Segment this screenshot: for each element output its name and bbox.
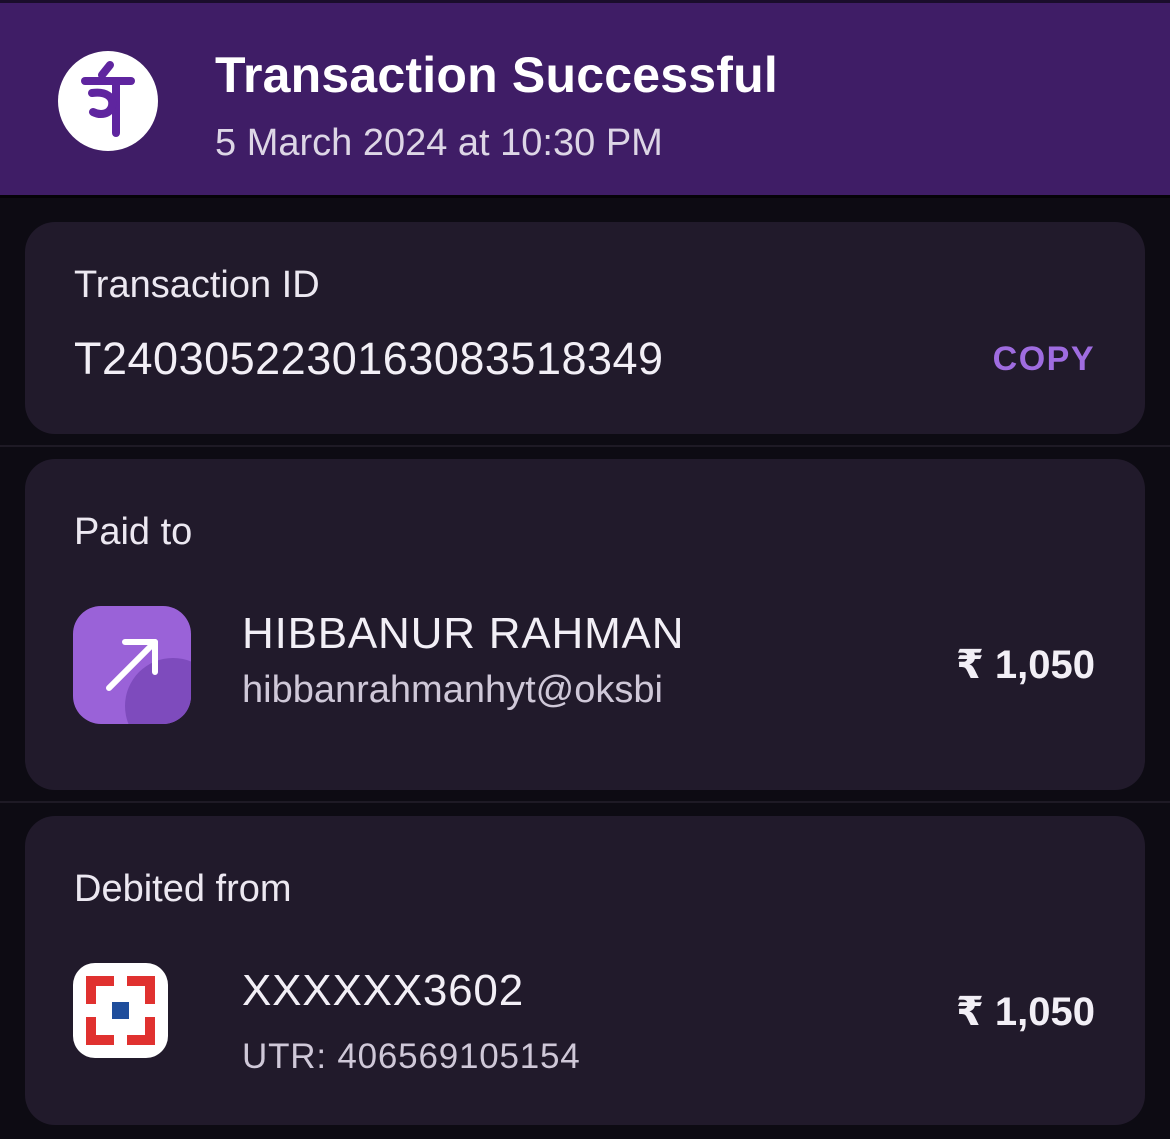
transaction-id-card: Transaction ID T2403052230163083518349 C… — [25, 222, 1145, 434]
transaction-id-value: T2403052230163083518349 — [74, 333, 664, 384]
debited-from-label: Debited from — [74, 868, 292, 910]
page-title: Transaction Successful — [215, 47, 778, 103]
account-number: XXXXXX3602 — [242, 966, 524, 1015]
paid-to-card[interactable]: Paid to HIBBANUR RAHMAN hibbanrahmanhyt@… — [25, 459, 1145, 790]
transaction-receipt-screen: Transaction Successful 5 March 2024 at 1… — [0, 0, 1170, 1139]
paid-to-label: Paid to — [74, 511, 193, 553]
phonepe-logo-icon — [58, 51, 158, 151]
debited-from-card[interactable]: Debited from XXXXXX3602 UTR: 40656910515… — [25, 816, 1145, 1125]
payee-upi-id: hibbanrahmanhyt@oksbi — [242, 669, 663, 711]
receipt-header: Transaction Successful 5 March 2024 at 1… — [0, 0, 1170, 195]
debited-amount: ₹ 1,050 — [955, 990, 1095, 1034]
transaction-id-label: Transaction ID — [74, 264, 320, 306]
section-divider — [0, 801, 1170, 803]
payee-name: HIBBANUR RAHMAN — [242, 609, 685, 658]
header-divider — [0, 195, 1170, 198]
copy-button[interactable]: COPY — [993, 339, 1095, 379]
paid-amount: ₹ 1,050 — [955, 643, 1095, 687]
utr-number: UTR: 406569105154 — [242, 1037, 581, 1076]
section-divider — [0, 445, 1170, 447]
arrow-up-right-icon — [73, 606, 191, 724]
bank-logo-icon — [73, 963, 168, 1058]
transaction-datetime: 5 March 2024 at 10:30 PM — [215, 122, 663, 164]
